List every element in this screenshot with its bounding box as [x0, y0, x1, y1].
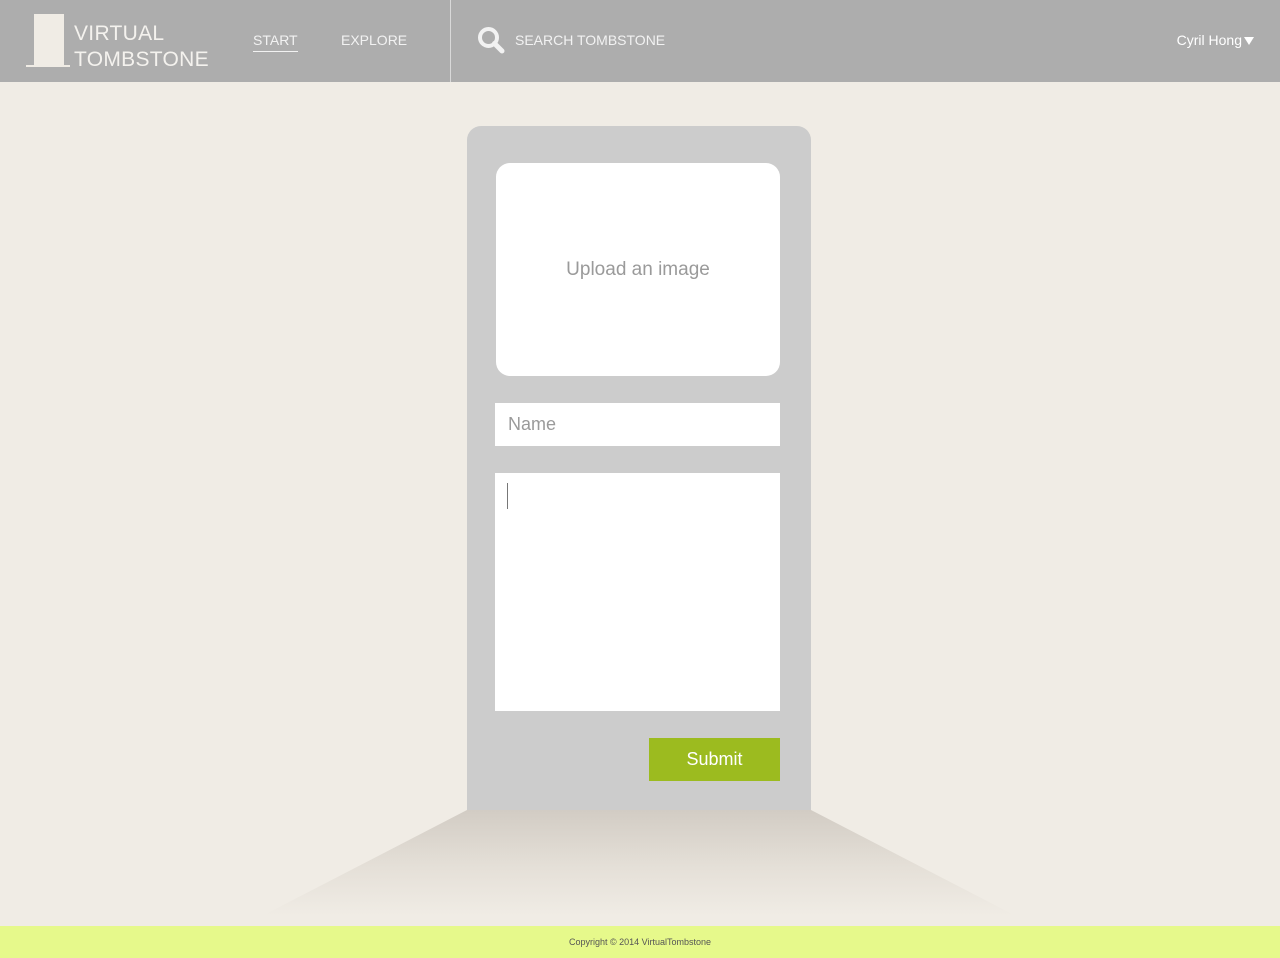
nav-explore-link[interactable]: EXPLORE: [341, 32, 407, 48]
logo-line-2: TOMBSTONE: [74, 48, 209, 71]
header-divider: [450, 0, 451, 82]
caret-down-icon: [1244, 37, 1254, 45]
logo-text: VIRTUAL TOMBSTONE: [74, 21, 209, 73]
description-textarea[interactable]: [495, 473, 780, 711]
upload-label: Upload an image: [566, 258, 710, 280]
text-cursor: [507, 483, 508, 509]
tombstone-logo-icon: [34, 14, 64, 66]
image-upload-area[interactable]: Upload an image: [496, 163, 780, 376]
logo[interactable]: VIRTUAL TOMBSTONE: [26, 14, 216, 71]
user-menu[interactable]: Cyril Hong: [1177, 32, 1254, 48]
name-field[interactable]: [495, 403, 780, 446]
site-footer: Copyright © 2014 VirtualTombstone: [0, 926, 1280, 958]
search-icon[interactable]: [477, 26, 505, 54]
copyright-text: Copyright © 2014 VirtualTombstone: [568, 937, 712, 947]
submit-button[interactable]: Submit: [649, 738, 780, 781]
site-header: VIRTUAL TOMBSTONE START EXPLORE Cyril Ho…: [0, 0, 1280, 82]
logo-base-line: [26, 65, 70, 67]
tombstone-form: Upload an image Submit: [467, 126, 811, 810]
nav-start-link[interactable]: START: [253, 32, 298, 52]
tombstone-shadow: [262, 810, 1016, 916]
logo-line-1: VIRTUAL: [74, 22, 165, 45]
user-name: Cyril Hong: [1176, 32, 1242, 48]
search-input[interactable]: [515, 30, 815, 50]
